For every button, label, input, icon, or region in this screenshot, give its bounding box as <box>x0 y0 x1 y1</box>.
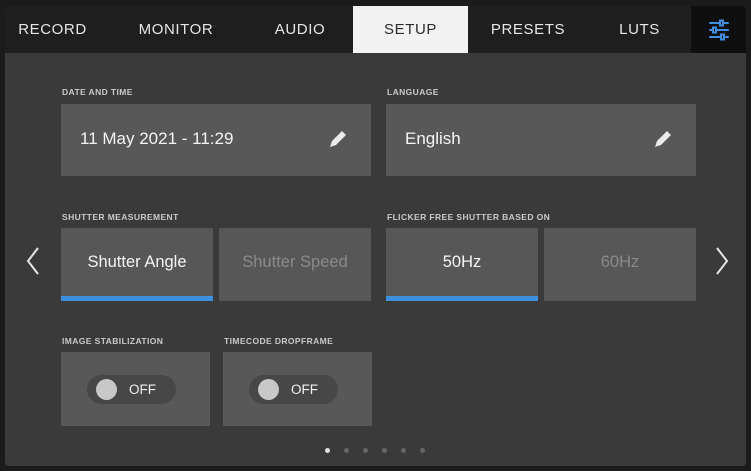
tab-setup[interactable]: SETUP <box>353 6 468 53</box>
timecode-dropframe-label: TIMECODE DROPFRAME <box>224 336 334 346</box>
page-dot-4[interactable] <box>382 448 387 453</box>
sliders-icon <box>708 19 729 40</box>
shutter-angle-option[interactable]: Shutter Angle <box>61 228 213 301</box>
toggle-knob <box>96 379 117 400</box>
shutter-angle-label: Shutter Angle <box>87 253 187 271</box>
chevron-right-icon[interactable] <box>714 246 730 276</box>
60hz-label: 60Hz <box>600 253 640 271</box>
tab-presets[interactable]: PRESETS <box>468 6 588 53</box>
language-value: English <box>405 129 461 148</box>
page-dot-5[interactable] <box>401 448 406 453</box>
page-dot-1[interactable] <box>325 448 330 453</box>
50hz-label: 50Hz <box>442 253 482 271</box>
flicker-free-label: FLICKER FREE SHUTTER BASED ON <box>387 212 551 222</box>
timecode-dropframe-toggle[interactable]: OFF <box>249 375 338 404</box>
selected-indicator <box>386 296 538 301</box>
image-stabilization-toggle[interactable]: OFF <box>87 375 176 404</box>
tab-audio[interactable]: AUDIO <box>250 6 350 53</box>
language-label: LANGUAGE <box>387 87 439 97</box>
date-time-value: 11 May 2021 - 11:29 <box>80 129 234 148</box>
image-stabilization-box: OFF <box>61 352 210 426</box>
chevron-left-icon[interactable] <box>25 246 41 276</box>
date-time-field[interactable]: 11 May 2021 - 11:29 <box>61 104 371 176</box>
tab-bar: RECORD MONITOR AUDIO SETUP PRESETS LUTS <box>5 6 746 53</box>
image-stabilization-label: IMAGE STABILIZATION <box>62 336 164 346</box>
shutter-measurement-label: SHUTTER MEASUREMENT <box>62 212 179 222</box>
tab-luts[interactable]: LUTS <box>588 6 691 53</box>
toggle-state: OFF <box>291 382 318 397</box>
selected-indicator <box>61 296 213 301</box>
timecode-dropframe-box: OFF <box>223 352 372 426</box>
pencil-icon <box>330 131 346 147</box>
toggle-state: OFF <box>129 382 156 397</box>
shutter-speed-option[interactable]: Shutter Speed <box>219 228 371 301</box>
camera-screen: RECORD MONITOR AUDIO SETUP PRESETS LUTS … <box>5 6 746 466</box>
60hz-option[interactable]: 60Hz <box>544 228 696 301</box>
page-dot-2[interactable] <box>344 448 349 453</box>
pencil-icon <box>655 131 671 147</box>
50hz-option[interactable]: 50Hz <box>386 228 538 301</box>
toggle-knob <box>258 379 279 400</box>
date-time-label: DATE AND TIME <box>62 87 133 97</box>
page-dot-3[interactable] <box>363 448 368 453</box>
settings-sliders-button[interactable] <box>691 6 746 53</box>
shutter-speed-label: Shutter Speed <box>242 253 348 271</box>
tab-record[interactable]: RECORD <box>5 6 100 53</box>
tab-monitor[interactable]: MONITOR <box>108 6 244 53</box>
language-field[interactable]: English <box>386 104 696 176</box>
page-dot-6[interactable] <box>420 448 425 453</box>
